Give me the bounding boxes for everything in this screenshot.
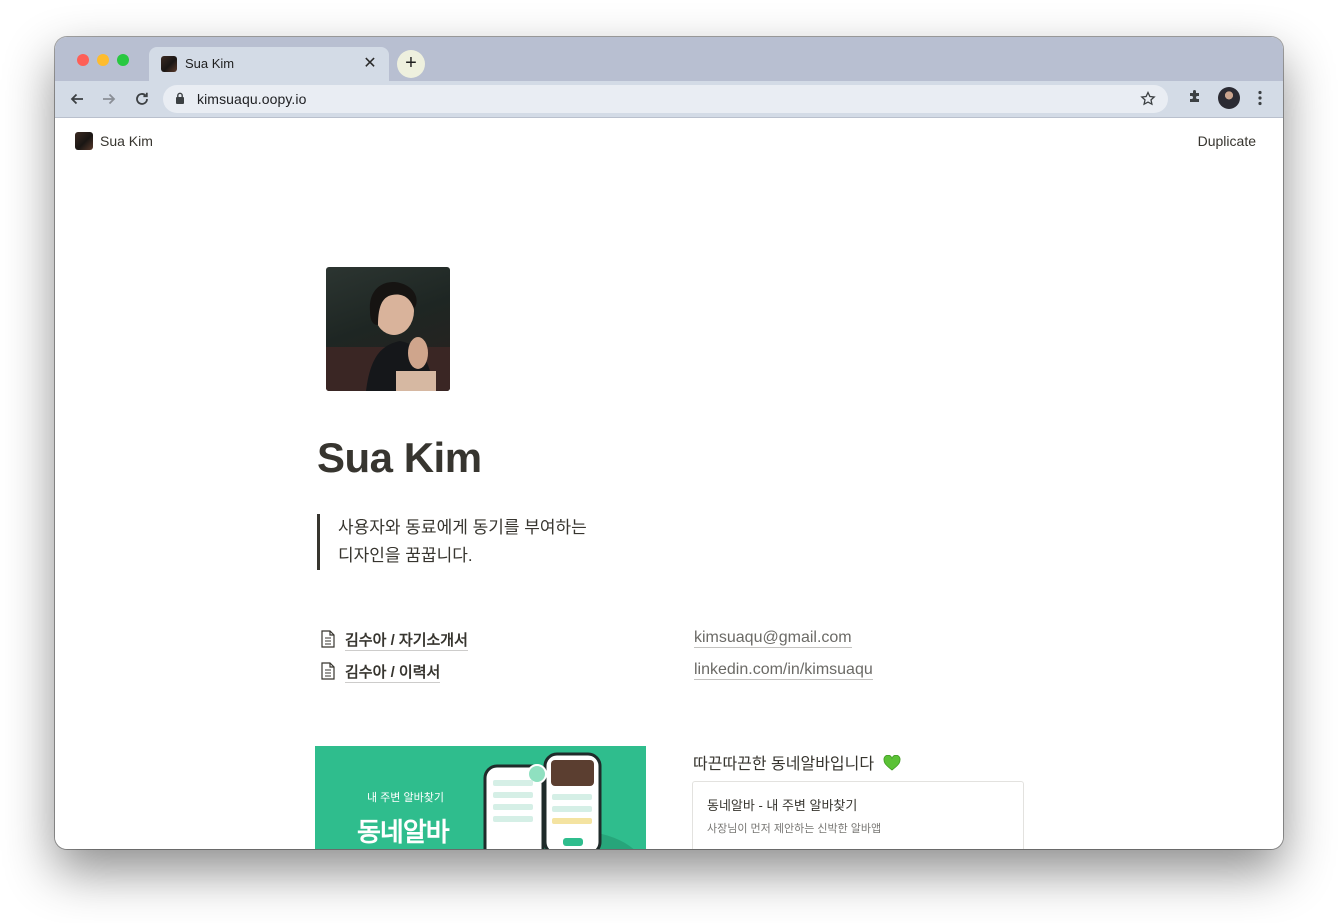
browser-toolbar: kimsuaqu.oopy.io	[55, 81, 1283, 118]
close-window-button[interactable]	[77, 54, 89, 66]
more-menu-icon[interactable]	[1253, 87, 1267, 109]
browser-tab-active[interactable]: Sua Kim ✕	[149, 47, 389, 81]
project-heading: 따끈따끈한 동네알바입니다	[693, 750, 901, 774]
zoom-window-button[interactable]	[117, 54, 129, 66]
page-title: Sua Kim	[317, 434, 482, 481]
browser-window: Sua Kim ✕ + kimsuaqu.oopy.io Sua Kim Dup…	[55, 37, 1283, 849]
forward-arrow-icon[interactable]	[97, 87, 121, 111]
linkedin-link[interactable]: linkedin.com/in/kimsuaqu	[694, 661, 873, 680]
address-bar[interactable]: kimsuaqu.oopy.io	[163, 85, 1168, 113]
tab-favicon	[161, 56, 177, 72]
intro-quote: 사용자와 동료에게 동기를 부여하는 디자인을 꿈꿉니다.	[317, 514, 638, 570]
page-content: Sua Kim Duplicate Sua Kim 사용자와 동료에게 동기를 …	[55, 118, 1283, 849]
document-icon	[321, 662, 335, 680]
extensions-puzzle-icon[interactable]	[1186, 88, 1204, 106]
app-bookmark-card[interactable]: 동네알바 - 내 주변 알바찾기 사장님이 먼저 제안하는 신박한 알바앱	[692, 781, 1024, 849]
quote-line-1: 사용자와 동료에게 동기를 부여하는	[338, 518, 587, 537]
back-arrow-icon[interactable]	[65, 87, 89, 111]
tab-close-icon[interactable]: ✕	[361, 53, 379, 73]
bookmark-title: 동네알바 - 내 주변 알바찾기	[707, 798, 858, 813]
minimize-window-button[interactable]	[97, 54, 109, 66]
cover-letter-label: 김수아 / 자기소개서	[345, 629, 468, 651]
site-logo-icon[interactable]	[75, 132, 93, 150]
star-icon[interactable]	[1140, 88, 1156, 112]
email-link[interactable]: kimsuaqu@gmail.com	[694, 629, 852, 648]
new-tab-button[interactable]: +	[397, 50, 425, 78]
resume-label: 김수아 / 이력서	[345, 661, 441, 683]
green-heart-icon	[883, 755, 900, 771]
project-heading-text: 따끈따끈한 동네알바입니다	[693, 756, 875, 773]
bookmark-description: 사장님이 먼저 제안하는 신박한 알바앱	[707, 823, 882, 835]
project-banner-image[interactable]: 내 주변 알바찾기 동네알바	[315, 746, 646, 849]
site-name-link[interactable]: Sua Kim	[100, 133, 153, 149]
profile-photo	[326, 267, 450, 391]
profile-avatar[interactable]	[1218, 87, 1240, 109]
document-icon	[321, 630, 335, 648]
address-url: kimsuaqu.oopy.io	[197, 91, 307, 107]
reload-icon[interactable]	[130, 87, 154, 111]
tab-title: Sua Kim	[185, 56, 235, 71]
quote-line-2: 디자인을 꿈꿉니다.	[338, 546, 473, 565]
duplicate-button[interactable]: Duplicate	[1198, 133, 1256, 149]
tab-strip: Sua Kim ✕ +	[55, 37, 1283, 81]
lock-icon	[176, 92, 184, 104]
banner-phones-illustration	[483, 752, 634, 849]
